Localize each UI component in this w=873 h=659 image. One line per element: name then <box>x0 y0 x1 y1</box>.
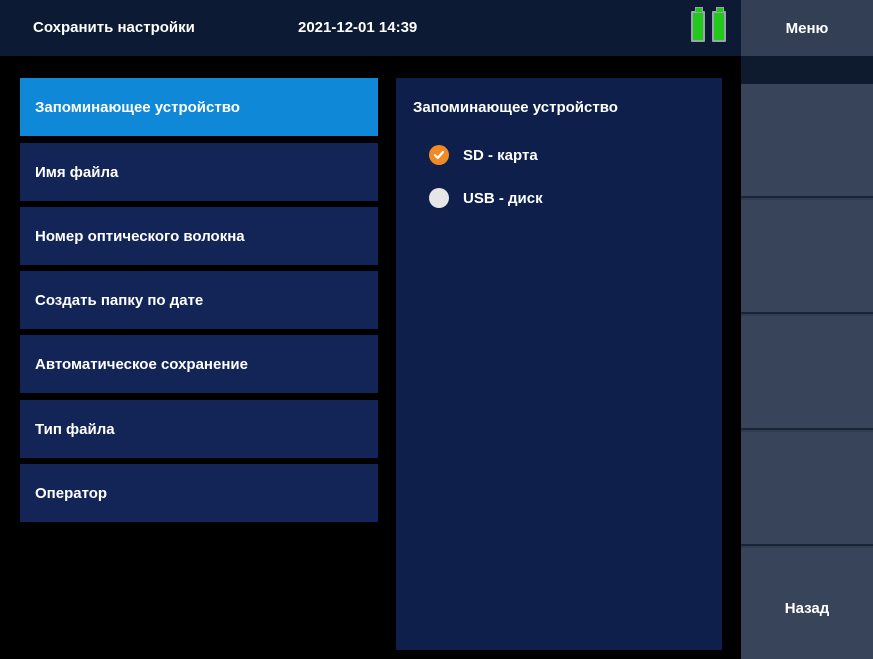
softkey-2[interactable] <box>741 200 873 314</box>
battery-icon <box>691 7 705 42</box>
detail-title: Запоминающее устройство <box>413 99 618 116</box>
menu-item-fiber-number[interactable]: Номер оптического волокна <box>20 207 378 265</box>
menu-item-file-type[interactable]: Тип файла <box>20 400 378 458</box>
datetime-readout: 2021-12-01 14:39 <box>298 19 418 36</box>
menu-button[interactable]: Меню <box>741 0 873 56</box>
menu-item-file-name[interactable]: Имя файла <box>20 143 378 201</box>
softkey-divider <box>741 56 873 84</box>
radio-label: SD - карта <box>463 146 538 164</box>
softkey-4[interactable] <box>741 432 873 546</box>
status-header: Сохранить настройки 2021-12-01 14:39 <box>0 0 741 56</box>
menu-item-auto-save[interactable]: Автоматическое сохранение <box>20 335 378 393</box>
radio-unchecked-icon <box>429 188 449 208</box>
radio-label: USB - диск <box>463 189 543 207</box>
softkey-column: Меню Назад <box>741 0 873 659</box>
page-title: Сохранить настройки <box>33 19 195 36</box>
radio-option-sd-card[interactable]: SD - карта <box>429 144 538 166</box>
radio-checked-icon <box>429 145 449 165</box>
battery-icon <box>712 7 726 42</box>
radio-option-usb-disk[interactable]: USB - диск <box>429 187 543 209</box>
menu-item-storage-device[interactable]: Запоминающее устройство <box>20 78 378 136</box>
back-button[interactable]: Назад <box>741 548 873 659</box>
softkey-3[interactable] <box>741 316 873 430</box>
softkey-1[interactable] <box>741 84 873 198</box>
menu-item-operator[interactable]: Оператор <box>20 464 378 522</box>
detail-panel: Запоминающее устройство SD - карта USB -… <box>396 78 722 650</box>
menu-item-date-folder[interactable]: Создать папку по дате <box>20 271 378 329</box>
